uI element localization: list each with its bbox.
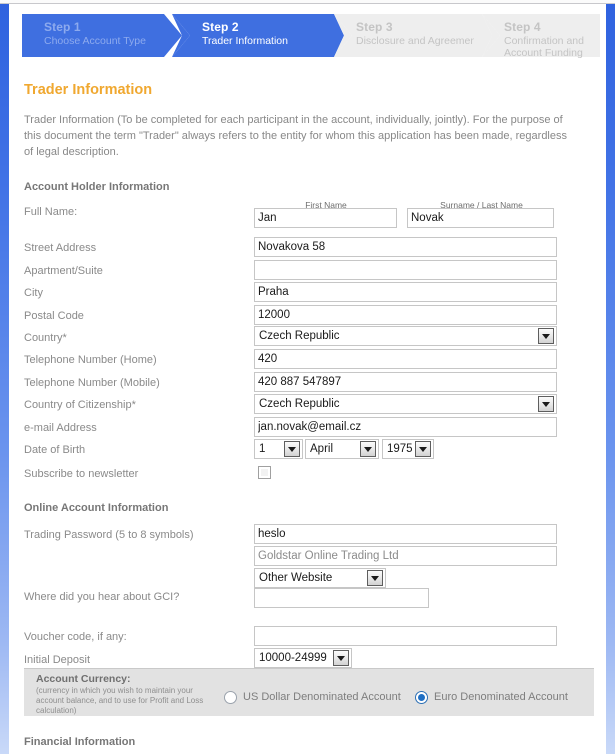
window-top-bar	[0, 0, 615, 4]
telephone-mobile-label: Telephone Number (Mobile)	[24, 377, 160, 389]
apartment-suite-label: Apartment/Suite	[24, 265, 103, 277]
section-heading-online-account: Online Account Information	[24, 502, 169, 514]
dob-month-value: April	[310, 443, 334, 455]
step-3-number: Step 3	[356, 20, 393, 34]
step-4-label: Confirmation and Account Funding	[504, 35, 584, 59]
country-of-citizenship-select-value: Czech Republic	[259, 398, 340, 410]
chevron-divider-3-icon	[474, 14, 500, 57]
account-currency-note: (currency in which you wish to maintain …	[36, 686, 204, 715]
left-blue-border	[0, 4, 9, 754]
telephone-home-label: Telephone Number (Home)	[24, 354, 157, 366]
chevron-down-icon[interactable]	[360, 441, 376, 457]
page-content: Step 1 Choose Account Type Step 2 Trader…	[9, 5, 606, 754]
date-of-birth-month-select[interactable]: April	[305, 439, 379, 459]
chevron-down-icon[interactable]	[284, 441, 300, 457]
account-currency-band: Account Currency: (currency in which you…	[24, 668, 594, 716]
hear-about-gci-label: Where did you hear about GCI?	[24, 591, 180, 603]
street-address-input[interactable]	[254, 237, 557, 257]
right-blue-border	[606, 4, 615, 754]
account-currency-title: Account Currency:	[36, 673, 131, 685]
street-address-label: Street Address	[24, 242, 97, 254]
chevron-down-icon[interactable]	[367, 570, 383, 586]
step-1-choose-account-type[interactable]: Step 1 Choose Account Type	[22, 14, 186, 57]
section-heading-financial-information: Financial Information	[24, 736, 136, 748]
page-intro-text: Trader Information (To be completed for …	[24, 114, 567, 158]
surname-input[interactable]	[407, 208, 554, 228]
initial-deposit-select-value: 10000-24999	[259, 652, 327, 664]
initial-deposit-label: Initial Deposit	[24, 654, 91, 666]
city-input[interactable]	[254, 282, 557, 302]
postal-code-label: Postal Code	[24, 310, 84, 322]
country-of-citizenship-select[interactable]: Czech Republic	[254, 394, 557, 414]
chevron-down-icon[interactable]	[538, 328, 554, 344]
date-of-birth-label: Date of Birth	[24, 444, 86, 456]
country-select-value: Czech Republic	[259, 330, 340, 342]
hear-about-gci-select[interactable]: Other Website	[254, 568, 386, 588]
telephone-home-input[interactable]	[254, 349, 557, 369]
voucher-code-input[interactable]	[254, 626, 557, 646]
hear-about-gci-input[interactable]	[254, 588, 429, 608]
first-name-input[interactable]	[254, 208, 397, 228]
trading-password-input[interactable]	[254, 524, 557, 544]
dob-day-value: 1	[259, 443, 266, 455]
apartment-suite-input[interactable]	[254, 260, 557, 280]
radio-euro-account-label: Euro Denominated Account	[434, 691, 568, 703]
subscribe-newsletter-label: Subscribe to newsletter	[24, 468, 139, 480]
step-3-label: Disclosure and Agreements	[356, 35, 485, 47]
radio-us-dollar-account-label: US Dollar Denominated Account	[243, 691, 401, 703]
subscribe-newsletter-checkbox[interactable]	[258, 466, 271, 479]
broker-name-input[interactable]	[254, 546, 557, 566]
dob-year-value: 1975	[387, 443, 413, 455]
hear-about-gci-select-value: Other Website	[259, 572, 333, 584]
chevron-down-icon[interactable]	[415, 441, 431, 457]
voucher-code-label: Voucher code, if any:	[24, 631, 127, 643]
step-4-number: Step 4	[504, 20, 541, 34]
page-title: Trader Information	[24, 82, 153, 98]
country-of-citizenship-label: Country of Citizenship*	[24, 399, 136, 411]
step-2-trader-information[interactable]: Step 2 Trader Information	[172, 14, 348, 57]
email-address-input[interactable]	[254, 417, 557, 437]
country-label: Country*	[24, 332, 67, 344]
chevron-down-icon[interactable]	[538, 396, 554, 412]
chevron-divider-1-icon	[164, 14, 190, 57]
postal-code-input[interactable]	[254, 305, 557, 325]
country-select[interactable]: Czech Republic	[254, 326, 557, 346]
chevron-divider-2-icon	[326, 14, 352, 57]
radio-us-dollar-account[interactable]	[224, 691, 237, 704]
trading-password-label: Trading Password (5 to 8 symbols)	[24, 529, 194, 541]
section-heading-account-holder: Account Holder Information	[24, 181, 170, 193]
radio-euro-account[interactable]	[415, 691, 428, 704]
telephone-mobile-input[interactable]	[254, 372, 557, 392]
email-address-label: e-mail Address	[24, 422, 97, 434]
step-progress-bar: Step 1 Choose Account Type Step 2 Trader…	[22, 14, 600, 59]
city-label: City	[24, 287, 43, 299]
application-page: Step 1 Choose Account Type Step 2 Trader…	[0, 0, 615, 754]
step-3-disclosure-and-agreements[interactable]: Step 3 Disclosure and Agreements	[334, 14, 490, 57]
date-of-birth-day-select[interactable]: 1	[254, 439, 303, 459]
chevron-down-icon[interactable]	[333, 650, 349, 666]
date-of-birth-year-select[interactable]: 1975	[382, 439, 434, 459]
full-name-label: Full Name:	[24, 206, 78, 218]
initial-deposit-select[interactable]: 10000-24999	[254, 648, 352, 668]
